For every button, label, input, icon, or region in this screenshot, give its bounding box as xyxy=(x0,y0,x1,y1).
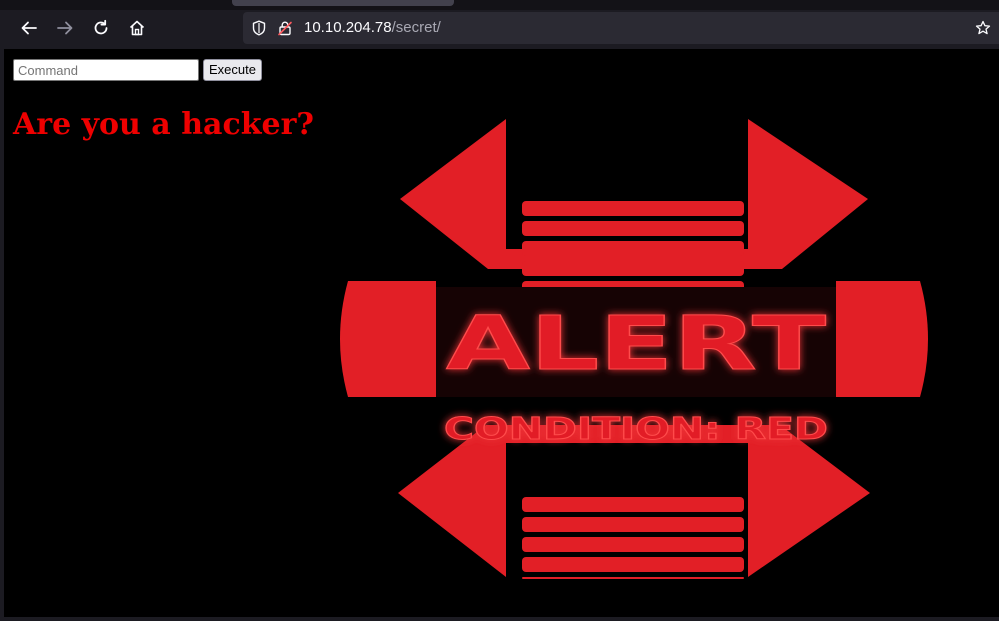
shield-icon[interactable] xyxy=(251,20,267,36)
window-bottom-edge xyxy=(0,617,999,621)
reload-button[interactable] xyxy=(89,16,113,40)
url-text[interactable]: 10.10.204.78/secret/ xyxy=(304,19,441,37)
back-button[interactable] xyxy=(17,16,41,40)
command-input[interactable] xyxy=(13,59,199,81)
alert-word: ALERT xyxy=(446,301,827,387)
active-tab[interactable] xyxy=(232,0,454,6)
page-viewport: Execute Are you a hacker? xyxy=(4,49,999,617)
forward-button[interactable] xyxy=(53,16,77,40)
home-button[interactable] xyxy=(125,16,149,40)
bookmark-star-icon[interactable] xyxy=(975,20,991,36)
tab-strip xyxy=(0,0,999,10)
back-arrow-icon xyxy=(21,21,37,35)
execute-button[interactable]: Execute xyxy=(203,59,262,81)
url-host: 10.10.204.78 xyxy=(304,19,392,36)
home-icon xyxy=(129,20,145,36)
forward-arrow-icon xyxy=(57,21,73,35)
condition-red-text: CONDITION: RED xyxy=(444,412,828,447)
alert-condition-red-image: ALERT CONDITION: RED xyxy=(340,119,928,579)
address-bar[interactable]: 10.10.204.78/secret/ xyxy=(243,12,999,44)
reload-icon xyxy=(94,19,108,35)
browser-toolbar: 10.10.204.78/secret/ xyxy=(0,0,999,49)
page-headline: Are you a hacker? xyxy=(13,107,314,142)
insecure-lock-icon[interactable] xyxy=(277,20,293,36)
url-path: /secret/ xyxy=(391,19,441,36)
